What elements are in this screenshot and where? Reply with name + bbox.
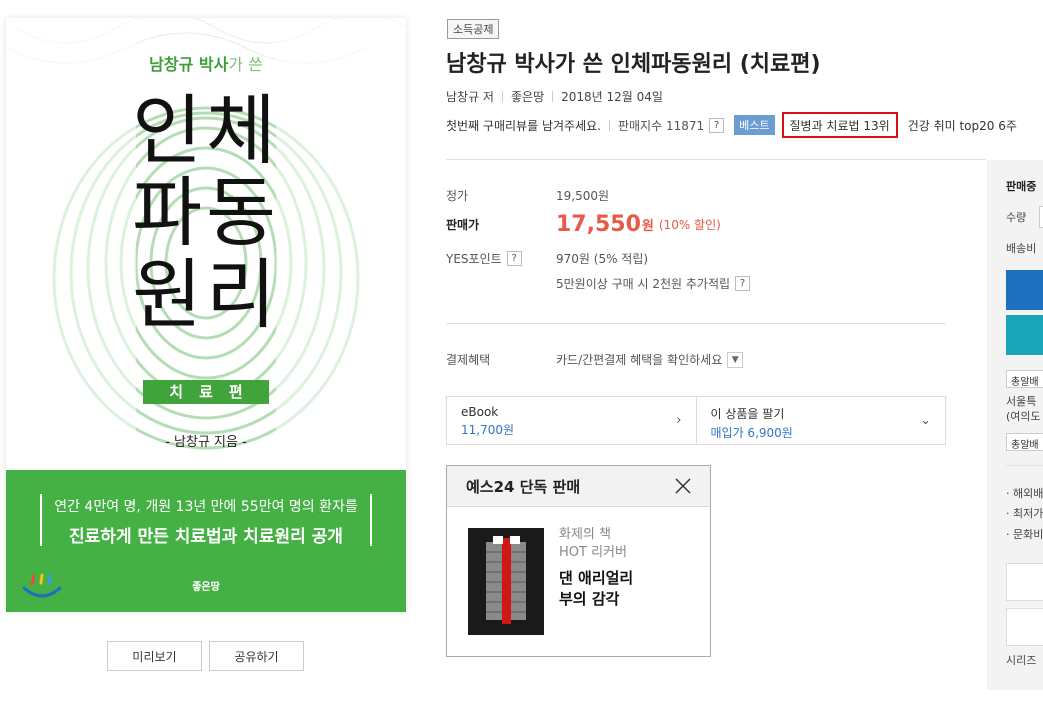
chevron-right-icon: ›	[676, 413, 682, 428]
series-label: 시리즈	[1006, 654, 1037, 667]
cover-writer: - 남창규 지음 -	[165, 435, 247, 450]
exclusive-popup: 예스24 단독 판매 화제의 책 HOT 리커버 댄 애리얼리 부의 감각	[446, 465, 711, 657]
express-delivery-chip[interactable]: 총알배	[1006, 370, 1043, 388]
purchase-panel: 판매중 수량 배송비 총알배 서울특 (여의도 총알배 · 해외배 · 최저가 …	[987, 160, 1043, 690]
buy-now-button[interactable]	[1006, 315, 1043, 355]
book-cover[interactable]: 남창규 박사가 쓴 인체 파동 원리 치료편 - 남창규 지음 - 연간 4만여…	[6, 18, 406, 612]
book-thumbnail[interactable]	[468, 528, 544, 635]
divider	[501, 91, 503, 102]
cover-bottom-band: 연간 4만여 명, 개원 13년 만에 55만여 명의 환자를 진료하게 만든 …	[6, 470, 406, 612]
quantity-input[interactable]	[1039, 206, 1043, 228]
sale-price-unit: 원	[641, 219, 654, 234]
ebook-sell-box: eBook 11,700원 › 이 상품을 팔기 매입가 6,900원 ⌄	[446, 396, 946, 445]
category-rank-link[interactable]: 질병과 치료법 13위	[781, 112, 898, 138]
cover-top: 남창규 박사가 쓴 인체 파동 원리 치료편 - 남창규 지음 -	[6, 18, 406, 470]
points-extra: 5만원이상 구매 시 2천원 추가적립	[556, 277, 731, 291]
cover-tagline2: 진료하게 만든 치료법과 치료원리 공개	[69, 527, 343, 547]
sell-price: 매입가 6,900원	[710, 426, 793, 440]
share-button[interactable]: 공유하기	[209, 641, 304, 671]
cover-title-line2: 파동	[132, 168, 280, 257]
discount-rate: (10% 할인)	[658, 218, 721, 232]
ebook-price: 11,700원	[461, 423, 515, 437]
divider	[608, 119, 610, 131]
cart-button[interactable]	[1006, 270, 1043, 310]
publisher-link[interactable]: 좋은땅	[511, 88, 544, 105]
cover-author-suffix: 가 쓴	[228, 55, 263, 74]
sale-status: 판매중	[1006, 180, 1037, 193]
preview-button[interactable]: 미리보기	[107, 641, 202, 671]
cover-publisher: 좋은땅	[192, 582, 220, 593]
sales-index: 판매지수 11871	[617, 118, 705, 133]
sale-price-label: 판매가	[446, 218, 480, 232]
points-extra-row: 5만원이상 구매 시 2천원 추가적립 ?	[556, 275, 751, 292]
ebook-link[interactable]: eBook 11,700원 ›	[447, 397, 696, 444]
payment-benefit-row: 결제혜택 카드/간편결제 혜택을 확인하세요 ▼	[446, 351, 744, 368]
ebook-label: eBook	[461, 405, 499, 419]
list-price-value: 19,500원	[556, 189, 610, 203]
delivery-address-line2: (여의도	[1006, 410, 1041, 423]
popup-line1: 화제의 책	[559, 527, 611, 542]
popup-book-title2: 부의 감각	[559, 590, 620, 608]
lowest-price-bullet[interactable]: · 최저가	[1006, 505, 1043, 521]
points-label: YES포인트	[446, 252, 502, 266]
points-label-wrap: YES포인트?	[446, 250, 556, 267]
product-stats: 첫번째 구매리뷰를 남겨주세요. 판매지수 11871 ? 베스트 질병과 치료…	[446, 112, 1017, 138]
cover-buttons: 미리보기 공유하기	[107, 641, 304, 671]
points-extra-help-icon[interactable]: ?	[735, 276, 751, 291]
product-meta: 남창규 저 좋은땅 2018년 12월 04일	[446, 88, 663, 105]
side-box-2[interactable]	[1006, 608, 1043, 646]
popup-line2: HOT 리커버	[559, 545, 627, 560]
payment-benefit-value[interactable]: 카드/간편결제 혜택을 확인하세요	[556, 351, 722, 368]
popup-header: 예스24 단독 판매	[447, 466, 710, 507]
delivery-address-line1: 서울특	[1006, 395, 1037, 408]
sell-label: 이 상품을 팔기	[710, 407, 785, 421]
quantity-label: 수량	[1006, 211, 1027, 224]
popup-text[interactable]: 화제의 책 HOT 리커버 댄 애리얼리 부의 감각	[559, 526, 633, 610]
cover-title-line1: 인체	[132, 86, 280, 175]
author-link[interactable]: 남창규 저	[446, 88, 494, 105]
payment-benefit-label: 결제혜택	[446, 353, 491, 367]
top20-weeks[interactable]: 건강 취미 top20 6주	[908, 117, 1017, 134]
sale-price-row: 판매가 17,550 원 (10% 할인)	[446, 212, 721, 237]
cover-subtitle: 치료편	[143, 380, 269, 404]
cover-title-line3: 원리	[132, 250, 280, 339]
chevron-down-icon[interactable]: ▼	[727, 351, 744, 368]
points-value: 970원 (5% 적립)	[556, 252, 649, 266]
shipping-label: 배송비	[1006, 242, 1037, 255]
express-delivery-chip2[interactable]: 총알배	[1006, 433, 1043, 451]
publish-date: 2018년 12월 04일	[561, 90, 663, 104]
culture-bullet[interactable]: · 문화비	[1006, 526, 1043, 542]
best-badge: 베스트	[734, 115, 775, 135]
tax-deduction-tag: 소득공제	[447, 19, 500, 39]
sale-price-value: 17,550	[556, 212, 641, 237]
side-box-1[interactable]	[1006, 563, 1043, 601]
chevron-down-icon: ⌄	[920, 413, 931, 428]
divider	[446, 323, 946, 324]
overseas-bullet[interactable]: · 해외배	[1006, 485, 1043, 501]
divider	[446, 159, 986, 160]
sales-index-help-icon[interactable]: ?	[709, 117, 725, 133]
divider	[1006, 465, 1043, 466]
points-help-icon[interactable]: ?	[506, 251, 522, 266]
review-prompt-link[interactable]: 첫번째 구매리뷰를 남겨주세요.	[446, 117, 601, 134]
divider	[552, 91, 554, 102]
sell-item-link[interactable]: 이 상품을 팔기 매입가 6,900원 ⌄	[695, 397, 946, 444]
close-icon[interactable]	[674, 477, 692, 495]
popup-title: 예스24 단독 판매	[466, 477, 581, 496]
list-price-label: 정가	[446, 189, 469, 203]
popup-book-title1: 댄 애리얼리	[559, 569, 634, 587]
cover-author-name: 남창규 박사	[149, 55, 229, 74]
product-title: 남창규 박사가 쓴 인체파동원리 (치료편)	[446, 52, 821, 77]
cover-tagline1: 연간 4만여 명, 개원 13년 만에 55만여 명의 환자를	[54, 499, 358, 515]
cover-author-line: 남창규 박사가 쓴	[6, 51, 406, 75]
points-row: YES포인트? 970원 (5% 적립)	[446, 250, 648, 267]
list-price-row: 정가 19,500원	[446, 187, 609, 204]
